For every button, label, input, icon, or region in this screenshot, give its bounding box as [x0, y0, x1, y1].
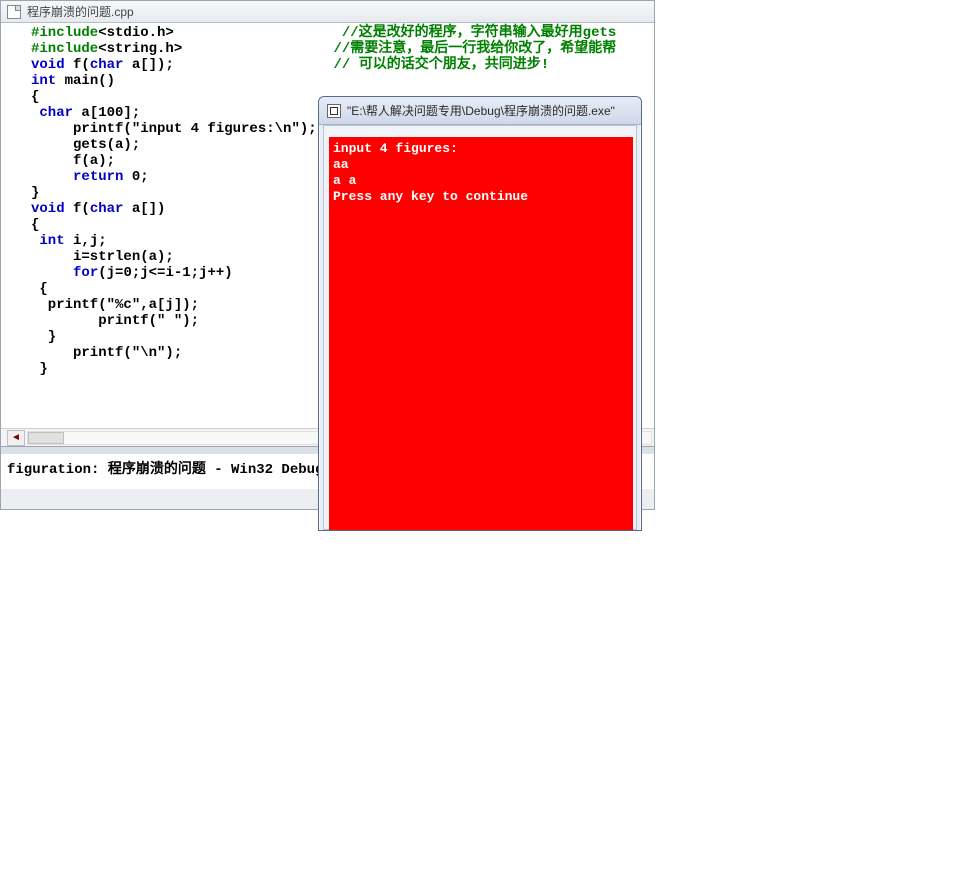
- scroll-thumb[interactable]: [28, 432, 64, 444]
- console-window[interactable]: "E:\帮人解决问题专用\Debug\程序崩溃的问题.exe" input 4 …: [318, 96, 642, 531]
- file-icon: [7, 5, 21, 19]
- ide-tab-title[interactable]: 程序崩溃的问题.cpp: [27, 3, 134, 20]
- console-app-icon: [327, 104, 341, 118]
- build-output-line: figuration: 程序崩溃的问题 - Win32 Debug: [7, 462, 323, 478]
- console-output[interactable]: input 4 figures: aa a a Press any key to…: [329, 137, 633, 530]
- ide-tab-bar: 程序崩溃的问题.cpp: [1, 1, 654, 23]
- console-title: "E:\帮人解决问题专用\Debug\程序崩溃的问题.exe": [347, 102, 615, 119]
- scroll-left-arrow-icon[interactable]: ◄: [7, 430, 25, 446]
- console-titlebar[interactable]: "E:\帮人解决问题专用\Debug\程序崩溃的问题.exe": [319, 97, 641, 125]
